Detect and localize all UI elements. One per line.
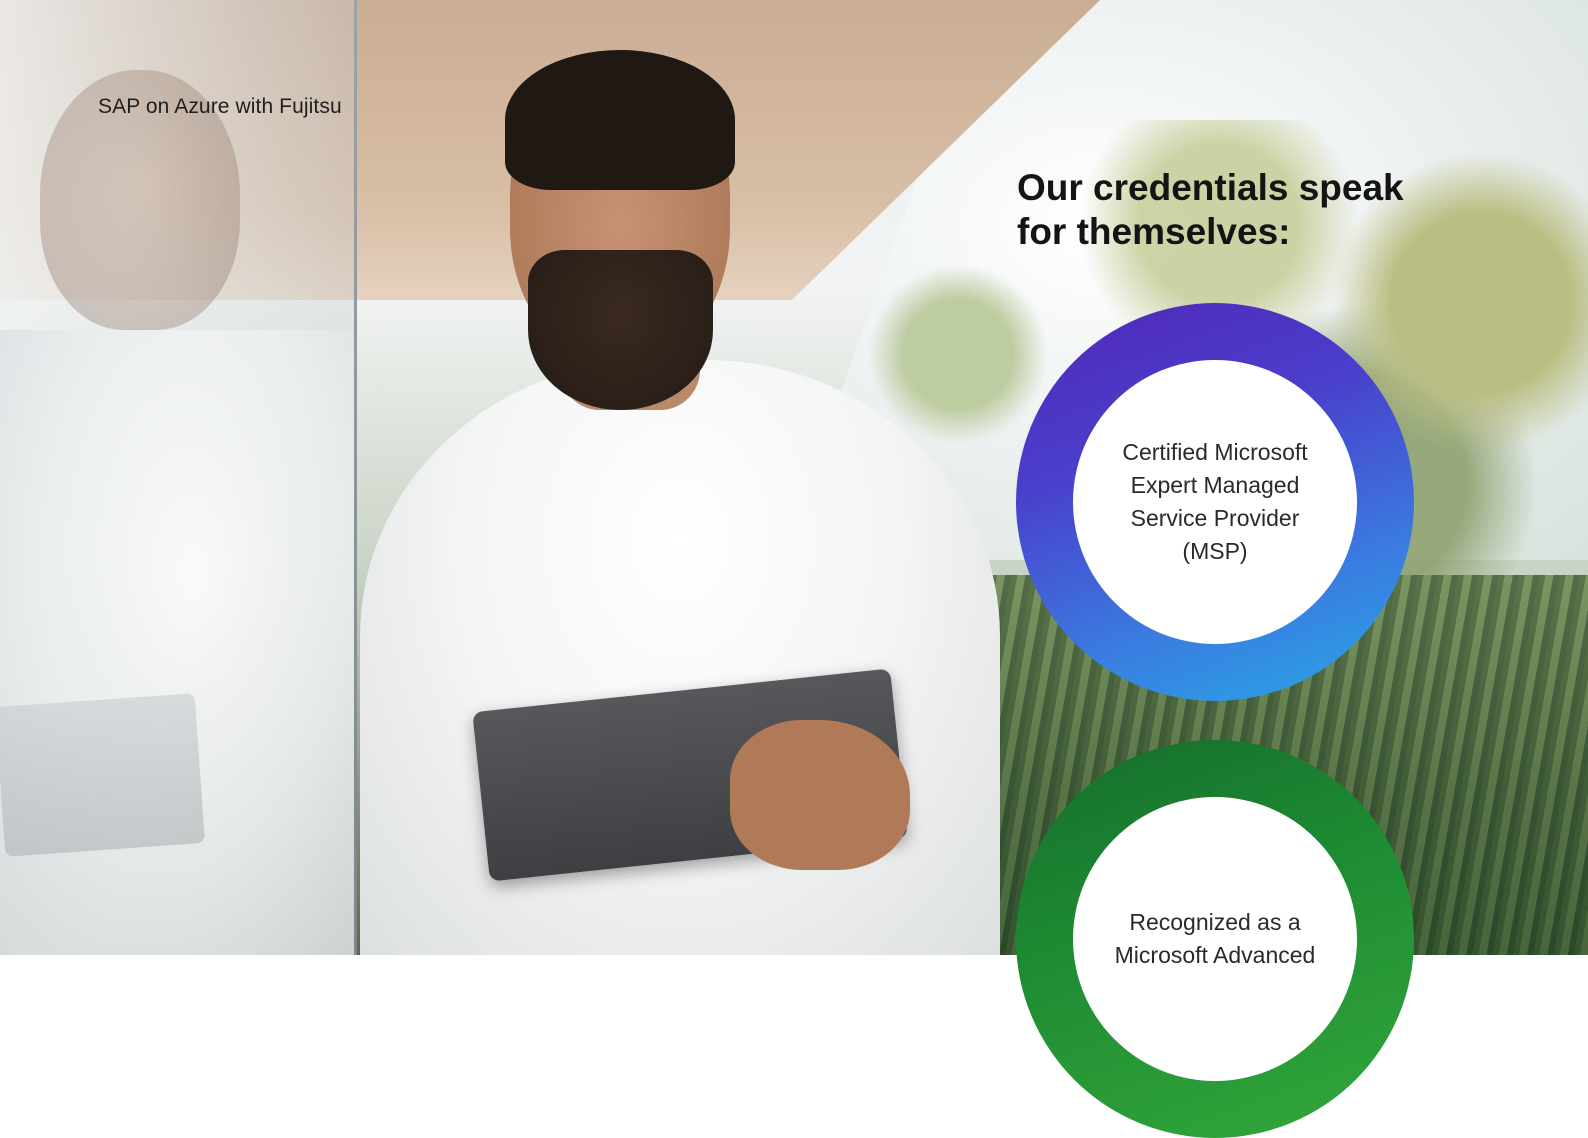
man-hand [730, 720, 910, 870]
credential-ring-advanced: Recognized as a Microsoft Advanced [1016, 740, 1414, 1138]
man-hair [505, 50, 735, 190]
man-shirt [360, 360, 1000, 955]
credential-label-msp: Certified Microsoft Expert Managed Servi… [1122, 439, 1308, 564]
breadcrumb: SAP on Azure with Fujitsu [98, 95, 342, 118]
credential-ring-inner: Certified Microsoft Expert Managed Servi… [1073, 360, 1357, 644]
credential-ring-msp: Certified Microsoft Expert Managed Servi… [1016, 303, 1414, 701]
page-heading: Our credentials speak for themselves: [1017, 167, 1404, 252]
man-beard [528, 250, 713, 410]
reflection-tablet [0, 693, 205, 857]
credential-ring-inner: Recognized as a Microsoft Advanced [1073, 797, 1357, 1081]
credential-label-advanced: Recognized as a Microsoft Advanced [1114, 909, 1316, 968]
glass-edge [354, 0, 357, 955]
reflection-figure [0, 330, 356, 955]
